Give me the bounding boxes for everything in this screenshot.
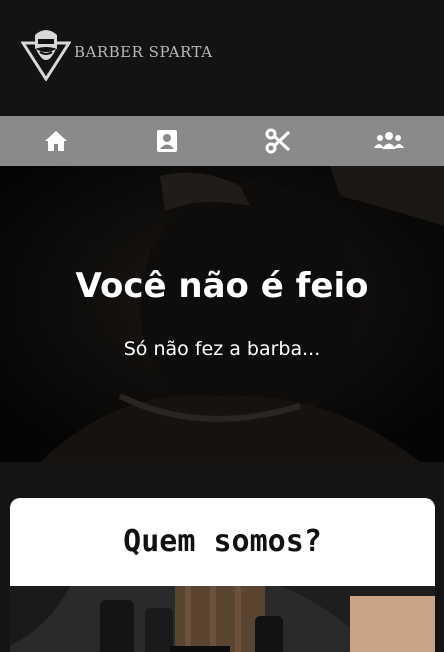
- scissors-icon: [265, 128, 290, 154]
- contact-card-icon: [156, 130, 177, 152]
- about-card: Quem somos?: [10, 498, 435, 652]
- nav-team[interactable]: [333, 116, 444, 166]
- users-icon: [373, 132, 404, 149]
- main-nav: [0, 116, 444, 166]
- nav-contact[interactable]: [111, 116, 222, 166]
- spartan-barber-logo-icon[interactable]: [21, 27, 71, 81]
- about-title: Quem somos?: [123, 524, 322, 559]
- nav-home[interactable]: [0, 116, 111, 166]
- nav-services[interactable]: [222, 116, 333, 166]
- hero-background-image: [0, 166, 444, 462]
- site-header: BARBER SPARTA: [0, 0, 444, 116]
- brand-name: BARBER SPARTA: [74, 43, 213, 61]
- home-icon: [44, 131, 67, 151]
- hero-title: Você não é feio: [75, 266, 369, 306]
- about-image: [10, 586, 435, 652]
- hero-subtitle: Só não fez a barba...: [123, 338, 321, 360]
- hero-section: Você não é feio Só não fez a barba...: [0, 166, 444, 462]
